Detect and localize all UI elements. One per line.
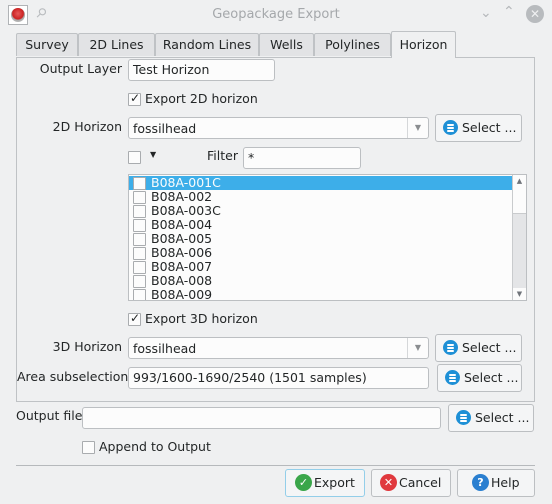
tab-polylines[interactable]: Polylines [314,33,391,56]
window-title: Geopackage Export [212,7,340,22]
list-icon [443,120,458,135]
list-icon [445,370,460,385]
export-3d-checkbox[interactable] [128,311,141,326]
line-name: B08A-004 [151,217,213,232]
horizon-2d-dropdown[interactable]: fossilhead ▼ [128,117,429,139]
close-icon: ✕ [529,7,541,21]
scroll-down-icon[interactable]: ▼ [513,288,526,300]
line-name: B08A-008 [151,273,213,288]
tab-survey[interactable]: Survey [16,33,78,56]
list-icon [456,410,471,425]
export-label: Export [314,475,355,490]
chevron-up-icon: ⌃ [503,4,515,20]
filter-label: Filter [207,148,238,163]
line-name: B08A-007 [151,259,213,274]
help-label: Help [491,475,520,490]
select-label: Select ... [464,370,519,385]
append-to-output-label: Append to Output [99,439,211,454]
line-name: B08A-001C [151,175,221,190]
area-subselection-input[interactable]: 993/1600-1690/2540 (1501 samples) [128,367,429,389]
tab-2d-lines[interactable]: 2D Lines [78,33,155,56]
checkmark-icon: ✓ [295,474,312,491]
scroll-up-icon[interactable]: ▲ [513,175,526,187]
tab-random-lines[interactable]: Random Lines [155,33,259,56]
line-name: B08A-009 [151,287,213,301]
line-checkbox[interactable] [133,191,146,204]
cancel-label: Cancel [399,475,442,490]
line-checkbox[interactable] [133,205,146,218]
append-to-output-checkbox[interactable] [82,441,95,454]
chevron-down-icon: ⌄ [480,5,492,21]
select-area-button[interactable]: Select ... [437,364,522,392]
export-2d-checkbox[interactable] [128,91,141,106]
2d-lines-list[interactable]: B08A-001C B08A-002 B08A-003C B08A-004 B0… [128,174,527,301]
line-checkbox[interactable] [133,177,146,190]
select-label: Select ... [475,410,530,425]
export-button[interactable]: ✓ Export [285,469,365,497]
chevron-down-icon: ▼ [407,338,428,358]
help-button[interactable]: ? Help [457,469,535,497]
select-label: Select ... [462,340,517,355]
list-item[interactable]: B08A-008 [129,274,514,288]
line-checkbox[interactable] [133,289,146,300]
line-checkbox[interactable] [133,261,146,274]
export-2d-label: Export 2D horizon [145,91,258,106]
horizon-3d-label: 3D Horizon [52,339,122,354]
horizon-2d-label: 2D Horizon [52,119,122,134]
line-name: B08A-005 [151,231,213,246]
cancel-button[interactable]: ✕ Cancel [371,469,451,497]
select-options-dropdown-icon[interactable]: ▼ [150,150,156,159]
output-layer-input[interactable]: Test Horizon [128,59,275,81]
output-file-input[interactable] [82,407,441,429]
line-name: B08A-006 [151,245,213,260]
line-name: B08A-003C [151,203,221,218]
list-item[interactable]: B08A-002 [129,190,514,204]
select-3d-horizon-button[interactable]: Select ... [435,334,522,362]
list-item[interactable]: B08A-005 [129,232,514,246]
output-layer-label: Output Layer [39,61,122,76]
footer-separator [16,465,535,466]
line-checkbox[interactable] [133,275,146,288]
list-item[interactable]: B08A-004 [129,218,514,232]
select-output-file-button[interactable]: Select ... [448,404,534,432]
line-checkbox[interactable] [133,219,146,232]
cancel-icon: ✕ [380,474,397,491]
maximize-button[interactable]: ⌃ [503,4,515,20]
list-icon [443,340,458,355]
tab-wells[interactable]: Wells [259,33,314,56]
list-scrollbar[interactable]: ▲ ▼ [512,175,526,300]
list-item[interactable]: B08A-006 [129,246,514,260]
horizon-3d-value: fossilhead [133,341,197,356]
filter-input[interactable]: * [243,147,361,169]
help-icon: ? [472,474,489,491]
minimize-button[interactable]: ⌄ [480,5,492,21]
line-name: B08A-002 [151,189,213,204]
output-file-label: Output file [16,408,83,423]
list-item[interactable]: B08A-009 [129,287,514,301]
line-checkbox[interactable] [133,233,146,246]
chevron-down-icon: ▼ [407,118,428,138]
select-all-checkbox[interactable] [128,151,141,164]
select-label: Select ... [462,120,517,135]
line-checkbox[interactable] [133,247,146,260]
tab-horizon[interactable]: Horizon [391,31,456,58]
select-2d-horizon-button[interactable]: Select ... [435,114,522,142]
horizon-3d-dropdown[interactable]: fossilhead ▼ [128,337,429,359]
list-item[interactable]: B08A-003C [129,204,514,218]
list-item[interactable]: B08A-007 [129,260,514,274]
list-item[interactable]: B08A-001C [129,176,514,190]
horizon-2d-value: fossilhead [133,121,197,136]
close-button[interactable]: ✕ [526,5,544,23]
scrollbar-thumb[interactable] [513,187,526,214]
title-bar: ⚲ Geopackage Export ⌄ ⌃ ✕ [0,0,552,30]
area-subselection-label: Area subselection [17,369,129,384]
export-3d-label: Export 3D horizon [145,311,258,326]
